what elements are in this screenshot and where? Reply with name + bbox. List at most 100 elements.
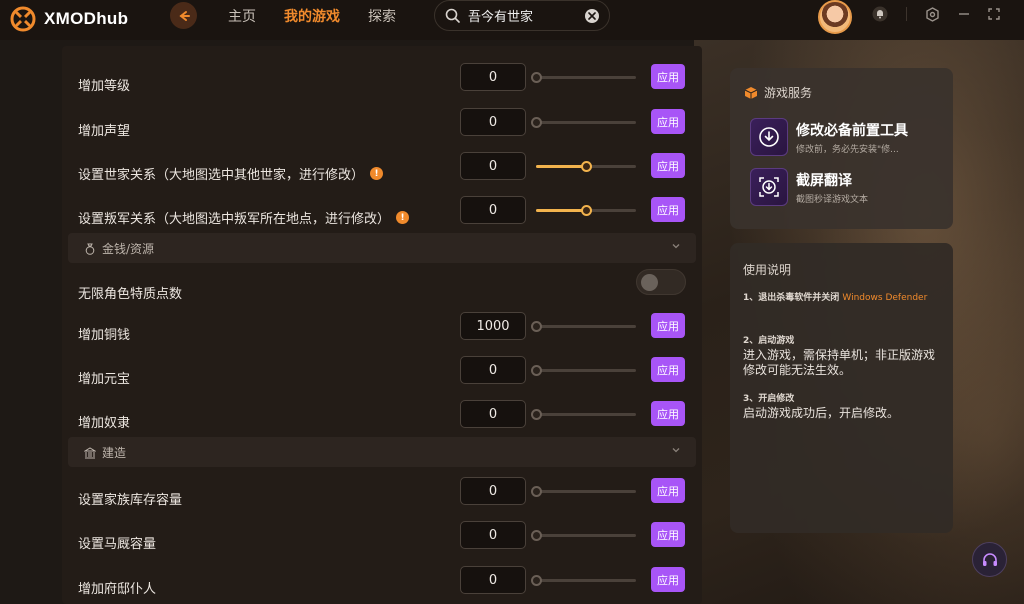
search-value: 吾今有世家	[468, 10, 534, 25]
chevron-down-icon	[672, 244, 680, 249]
service-item-screenshot-translate[interactable]: 截屏翻译 截图秒译游戏文本	[750, 168, 950, 210]
apply-button[interactable]: 应用	[651, 567, 685, 592]
apply-button[interactable]: 应用	[651, 153, 685, 178]
help-step-1-title: 1、退出杀毒软件并关闭	[743, 293, 840, 303]
section-header-build[interactable]: 建造	[68, 437, 696, 467]
service-item-desc: 截图秒译游戏文本	[796, 195, 869, 205]
search-input[interactable]: 吾今有世家	[434, 0, 610, 31]
value-input[interactable]: 0	[460, 521, 526, 549]
slider-knob[interactable]	[581, 205, 592, 216]
mod-row: 增加府邸仆人 0 应用	[62, 566, 702, 604]
value-slider[interactable]	[531, 409, 636, 420]
clear-search-button[interactable]	[585, 8, 599, 23]
toggle-knob	[641, 274, 658, 291]
mod-label: 设置家族库存容量	[78, 493, 183, 508]
avatar[interactable]	[818, 0, 852, 34]
money-bag-icon	[85, 243, 95, 255]
value-slider[interactable]	[536, 161, 636, 172]
feature-toggle[interactable]	[636, 269, 686, 295]
service-title: 游戏服务	[744, 84, 812, 101]
apply-button[interactable]: 应用	[651, 478, 685, 503]
slider-knob[interactable]	[531, 486, 542, 497]
section-header-money[interactable]: 金钱/资源	[68, 233, 696, 263]
divider	[906, 7, 907, 21]
apply-button[interactable]: 应用	[651, 109, 685, 134]
nav-home[interactable]: 主页	[228, 6, 256, 26]
value-input[interactable]: 0	[460, 566, 526, 594]
slider-knob[interactable]	[531, 575, 542, 586]
mod-label: 增加府邸仆人	[78, 582, 157, 597]
section-label: 建造	[102, 446, 127, 460]
title-bar: XMODhub 主页 我的游戏 探索 吾今有世家	[0, 0, 1024, 40]
service-item-name: 截屏翻译	[796, 173, 852, 189]
apply-button[interactable]: 应用	[651, 64, 685, 89]
value-input[interactable]: 0	[460, 108, 526, 136]
settings-gear-icon[interactable]	[925, 6, 940, 22]
windows-defender-link[interactable]: Windows Defender	[842, 293, 927, 303]
value-input[interactable]: 1000	[460, 312, 526, 340]
mod-label: 增加声望	[78, 124, 131, 139]
fullscreen-icon[interactable]	[988, 8, 1000, 20]
value-input[interactable]: 0	[460, 400, 526, 428]
building-icon	[84, 446, 96, 458]
toggle-row: 无限角色特质点数	[62, 269, 702, 315]
help-step-3-title: 3、开启修改	[743, 394, 795, 404]
slider-knob[interactable]	[531, 365, 542, 376]
value-slider[interactable]	[531, 72, 636, 83]
value-slider[interactable]	[536, 205, 636, 216]
slider-fill	[536, 209, 586, 212]
nav-explore[interactable]: 探索	[368, 6, 396, 26]
section-label: 金钱/资源	[102, 242, 155, 256]
support-headset-button[interactable]	[972, 542, 1007, 577]
mod-label: 增加奴隶	[78, 416, 131, 431]
service-item-prerequisite-tool[interactable]: 修改必备前置工具 修改前，务必先安装"修...	[750, 118, 950, 160]
service-item-name: 修改必备前置工具	[796, 123, 908, 139]
download-icon	[750, 118, 788, 156]
mod-row: 设置家族库存容量 0 应用	[62, 477, 702, 521]
slider-knob[interactable]	[581, 161, 592, 172]
apply-button[interactable]: 应用	[651, 313, 685, 338]
value-slider[interactable]	[531, 486, 636, 497]
value-slider[interactable]	[531, 365, 636, 376]
value-input[interactable]: 0	[460, 63, 526, 91]
value-slider[interactable]	[531, 321, 636, 332]
info-icon[interactable]: !	[370, 167, 384, 180]
app-logo[interactable]: XMODhub	[10, 6, 128, 32]
slider-knob[interactable]	[531, 321, 542, 332]
service-item-desc: 修改前，务必先安装"修...	[796, 145, 899, 155]
logo-icon	[10, 6, 36, 32]
apply-button[interactable]: 应用	[651, 522, 685, 547]
search-icon	[445, 8, 460, 23]
slider-knob[interactable]	[531, 530, 542, 541]
apply-button[interactable]: 应用	[651, 197, 685, 222]
value-input[interactable]: 0	[460, 196, 526, 224]
toggle-label: 无限角色特质点数	[78, 287, 183, 302]
back-button[interactable]	[170, 2, 197, 29]
slider-knob[interactable]	[531, 72, 542, 83]
apply-button[interactable]: 应用	[651, 357, 685, 382]
mod-label-wrap: 设置世家关系（大地图选中其他世家，进行修改）!	[78, 164, 384, 183]
arrow-left-icon	[178, 10, 190, 21]
value-slider[interactable]	[531, 575, 636, 586]
notification-bell-icon[interactable]	[872, 6, 888, 22]
nav-my-games[interactable]: 我的游戏	[284, 6, 340, 26]
mod-label-wrap: 设置叛军关系（大地图选中叛军所在地点，进行修改）!	[78, 208, 410, 227]
info-icon[interactable]: !	[396, 211, 410, 224]
game-service-card: 游戏服务 修改必备前置工具 修改前，务必先安装"修... 截屏翻译 截图秒译游戏…	[730, 68, 953, 229]
help-step-2-body: 进入游戏，需保持单机；非正版游戏修改可能无法生效。	[743, 348, 936, 377]
value-slider[interactable]	[531, 530, 636, 541]
help-title: 使用说明	[743, 263, 792, 277]
chevron-down-icon	[672, 448, 680, 453]
value-input[interactable]: 0	[460, 356, 526, 384]
mod-row: 增加等级 0 应用	[62, 63, 702, 107]
slider-knob[interactable]	[531, 409, 542, 420]
value-input[interactable]: 0	[460, 152, 526, 180]
apply-button[interactable]: 应用	[651, 401, 685, 426]
help-step-3-body: 启动游戏成功后，开启修改。	[743, 406, 900, 420]
minimize-icon[interactable]	[958, 8, 970, 20]
mod-label: 增加元宝	[78, 372, 131, 387]
value-slider[interactable]	[531, 117, 636, 128]
slider-knob[interactable]	[531, 117, 542, 128]
value-input[interactable]: 0	[460, 477, 526, 505]
mod-row: 设置世家关系（大地图选中其他世家，进行修改）! 0 应用	[62, 152, 702, 196]
